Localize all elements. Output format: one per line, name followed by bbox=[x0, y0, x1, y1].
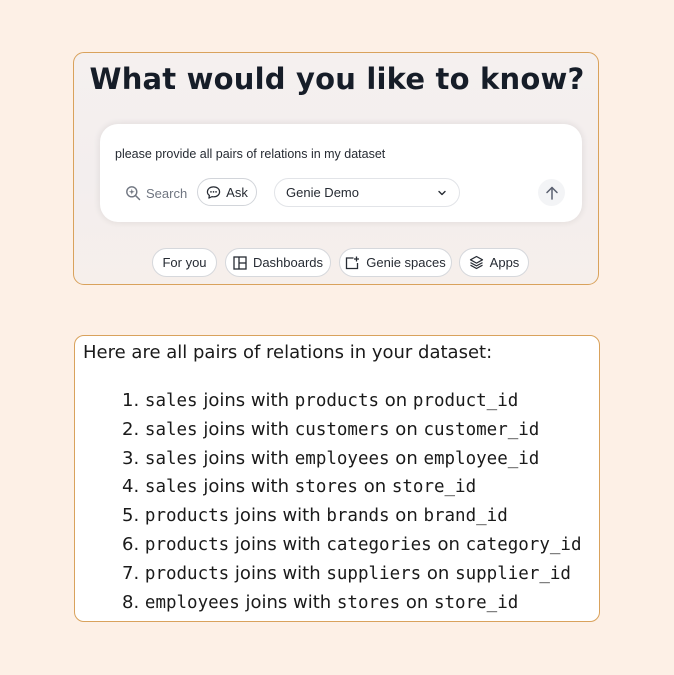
right-table: categories bbox=[326, 534, 432, 555]
item-number: 4. bbox=[122, 476, 145, 498]
relations-list: 1. sales joins with products on product_… bbox=[122, 387, 582, 617]
right-table: customers bbox=[294, 419, 390, 440]
chip-label: Apps bbox=[489, 255, 520, 270]
right-table: stores bbox=[294, 477, 358, 498]
chip-label: Genie spaces bbox=[366, 255, 446, 270]
left-table: products bbox=[144, 506, 230, 527]
chip-for-you[interactable]: For you bbox=[152, 248, 217, 277]
sparkle-search-icon bbox=[125, 185, 141, 201]
join-text: joins with bbox=[229, 533, 327, 555]
chip-label: For you bbox=[162, 255, 207, 270]
genie-space-select-value: Genie Demo bbox=[286, 185, 359, 200]
arrow-up-icon bbox=[544, 185, 560, 201]
join-text: joins with bbox=[239, 591, 337, 613]
join-text: joins with bbox=[197, 447, 295, 469]
on-text: on bbox=[389, 505, 424, 527]
on-text: on bbox=[379, 390, 413, 411]
list-item: 5. products joins with brands on brand_i… bbox=[122, 502, 582, 531]
chip-dashboards[interactable]: Dashboards bbox=[225, 248, 331, 277]
join-text: joins with bbox=[229, 505, 327, 527]
item-number: 2. bbox=[122, 418, 145, 440]
speech-bubble-icon bbox=[206, 185, 221, 200]
search-label: Search bbox=[146, 185, 188, 201]
item-number: 7. bbox=[122, 562, 145, 584]
layers-icon bbox=[469, 255, 484, 270]
on-text: on bbox=[431, 533, 466, 555]
ask-label: Ask bbox=[226, 184, 248, 200]
left-table: sales bbox=[144, 477, 198, 498]
right-table: products bbox=[294, 391, 380, 411]
list-item: 4. sales joins with stores on store_id bbox=[122, 473, 582, 502]
page-title: What would you like to know? bbox=[89, 62, 585, 96]
list-item: 7. products joins with suppliers on supp… bbox=[122, 560, 582, 589]
query-box[interactable] bbox=[100, 124, 582, 222]
list-item: 2. sales joins with customers on custome… bbox=[122, 416, 582, 445]
join-key: employee_id bbox=[423, 448, 540, 469]
list-item: 1. sales joins with products on product_… bbox=[122, 387, 582, 416]
join-key: supplier_id bbox=[455, 563, 571, 584]
on-text: on bbox=[357, 476, 392, 498]
on-text: on bbox=[421, 562, 456, 584]
join-key: store_id bbox=[433, 592, 519, 613]
left-table: employees bbox=[144, 592, 240, 613]
on-text: on bbox=[389, 447, 424, 469]
left-table: sales bbox=[144, 448, 198, 469]
join-text: joins with bbox=[197, 390, 295, 411]
join-key: brand_id bbox=[423, 506, 508, 527]
list-item: 3. sales joins with employees on employe… bbox=[122, 445, 582, 474]
join-text: joins with bbox=[197, 418, 295, 440]
send-button[interactable] bbox=[538, 179, 565, 206]
dashboard-grid-icon bbox=[233, 255, 247, 270]
join-key: store_id bbox=[391, 477, 477, 498]
chip-genie-spaces[interactable]: Genie spaces bbox=[339, 248, 452, 277]
left-table: sales bbox=[144, 391, 198, 411]
chip-label: Dashboards bbox=[252, 255, 324, 270]
join-text: joins with bbox=[229, 562, 327, 584]
join-key: product_id bbox=[412, 391, 519, 411]
right-table: brands bbox=[326, 506, 390, 527]
join-key: customer_id bbox=[423, 419, 540, 440]
genie-space-select[interactable]: Genie Demo bbox=[274, 178, 460, 207]
right-table: stores bbox=[336, 592, 401, 613]
join-key: category_id bbox=[465, 534, 582, 555]
join-text: joins with bbox=[197, 476, 295, 498]
search-button[interactable]: Search bbox=[125, 182, 187, 204]
left-table: sales bbox=[144, 419, 198, 440]
query-input[interactable]: please provide all pairs of relations in… bbox=[115, 147, 385, 161]
left-table: products bbox=[144, 563, 230, 584]
item-number: 3. bbox=[122, 447, 145, 469]
left-table: products bbox=[144, 534, 230, 555]
genie-space-icon bbox=[345, 256, 360, 270]
list-item: 6. products joins with categories on cat… bbox=[122, 531, 582, 560]
right-table: employees bbox=[294, 448, 390, 469]
item-number: 8. bbox=[122, 591, 145, 613]
item-number: 1. bbox=[122, 390, 145, 411]
right-table: suppliers bbox=[326, 563, 422, 584]
chevron-down-icon bbox=[437, 188, 447, 198]
answer-intro: Here are all pairs of relations in your … bbox=[83, 342, 493, 363]
item-number: 6. bbox=[122, 533, 145, 555]
item-number: 5. bbox=[122, 505, 145, 527]
ask-button[interactable]: Ask bbox=[197, 178, 257, 206]
on-text: on bbox=[389, 418, 424, 440]
chip-apps[interactable]: Apps bbox=[459, 248, 529, 277]
on-text: on bbox=[400, 591, 434, 613]
list-item: 8. employees joins with stores on store_… bbox=[122, 589, 582, 618]
